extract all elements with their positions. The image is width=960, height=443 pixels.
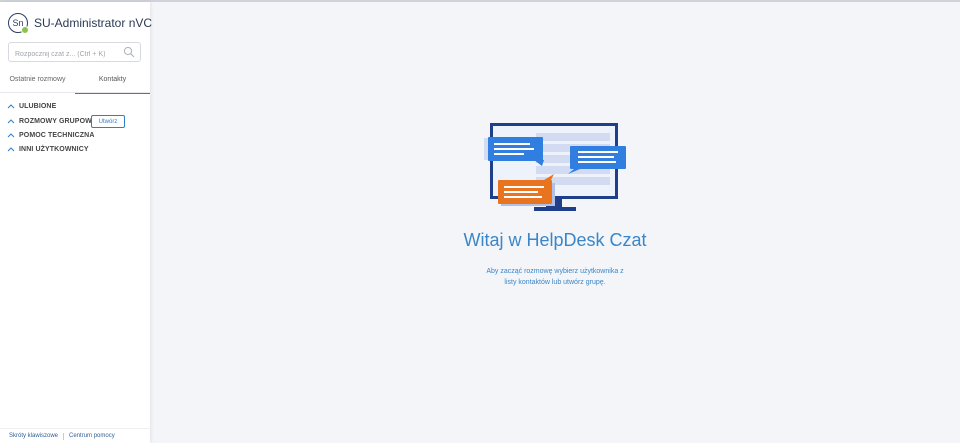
user-header[interactable]: Sn SU-Administrator nVC xyxy=(8,10,152,36)
footer-divider xyxy=(63,432,65,440)
create-group-button[interactable]: Utwórz xyxy=(91,115,125,128)
search-box[interactable] xyxy=(8,42,141,64)
help-center-link[interactable]: Centrum pomocy xyxy=(69,433,115,439)
sidebar-tabs: Ostatnie rozmowy Kontakty xyxy=(0,72,150,94)
presence-indicator xyxy=(21,26,29,34)
group-label: POMOC TECHNICZNA xyxy=(19,131,95,139)
chevron-up-icon xyxy=(7,147,15,152)
chat-illustration xyxy=(484,123,626,211)
group-favorites[interactable]: ULUBIONE xyxy=(7,100,56,112)
group-tech-support[interactable]: POMOC TECHNICZNA xyxy=(7,129,95,141)
group-other-users[interactable]: INNI UŻYTKOWNICY xyxy=(7,143,89,155)
welcome-text: Aby zacząć rozmowę wybierz użytkownika z… xyxy=(455,266,655,288)
tab-contacts[interactable]: Kontakty xyxy=(75,72,150,94)
group-label: ROZMOWY GRUPOWE xyxy=(19,117,97,125)
search-icon[interactable] xyxy=(123,46,135,58)
welcome-text-line: listy kontaktów lub utwórz grupę. xyxy=(504,279,606,286)
sidebar-footer: Skróty klawiszowe Centrum pomocy xyxy=(0,428,150,443)
chevron-up-icon xyxy=(7,119,15,124)
welcome-text-line: Aby zacząć rozmowę wybierz użytkownika z xyxy=(486,268,624,275)
avatar[interactable]: Sn xyxy=(8,13,29,34)
group-group-chats[interactable]: ROZMOWY GRUPOWE xyxy=(7,115,97,127)
keyboard-shortcuts-link[interactable]: Skróty klawiszowe xyxy=(9,433,58,439)
user-name: SU-Administrator nVC xyxy=(34,16,153,30)
group-label: ULUBIONE xyxy=(19,102,57,110)
search-input[interactable] xyxy=(9,45,123,64)
tabs-divider xyxy=(0,92,150,93)
group-label: INNI UŻYTKOWNICY xyxy=(19,145,89,153)
tab-recent-chats[interactable]: Ostatnie rozmowy xyxy=(0,72,75,94)
chevron-up-icon xyxy=(7,133,15,138)
sidebar: Sn SU-Administrator nVC Ostatnie rozmowy… xyxy=(0,2,152,443)
welcome-title: Witaj w HelpDesk Czat xyxy=(463,230,647,250)
chevron-up-icon xyxy=(7,104,15,109)
